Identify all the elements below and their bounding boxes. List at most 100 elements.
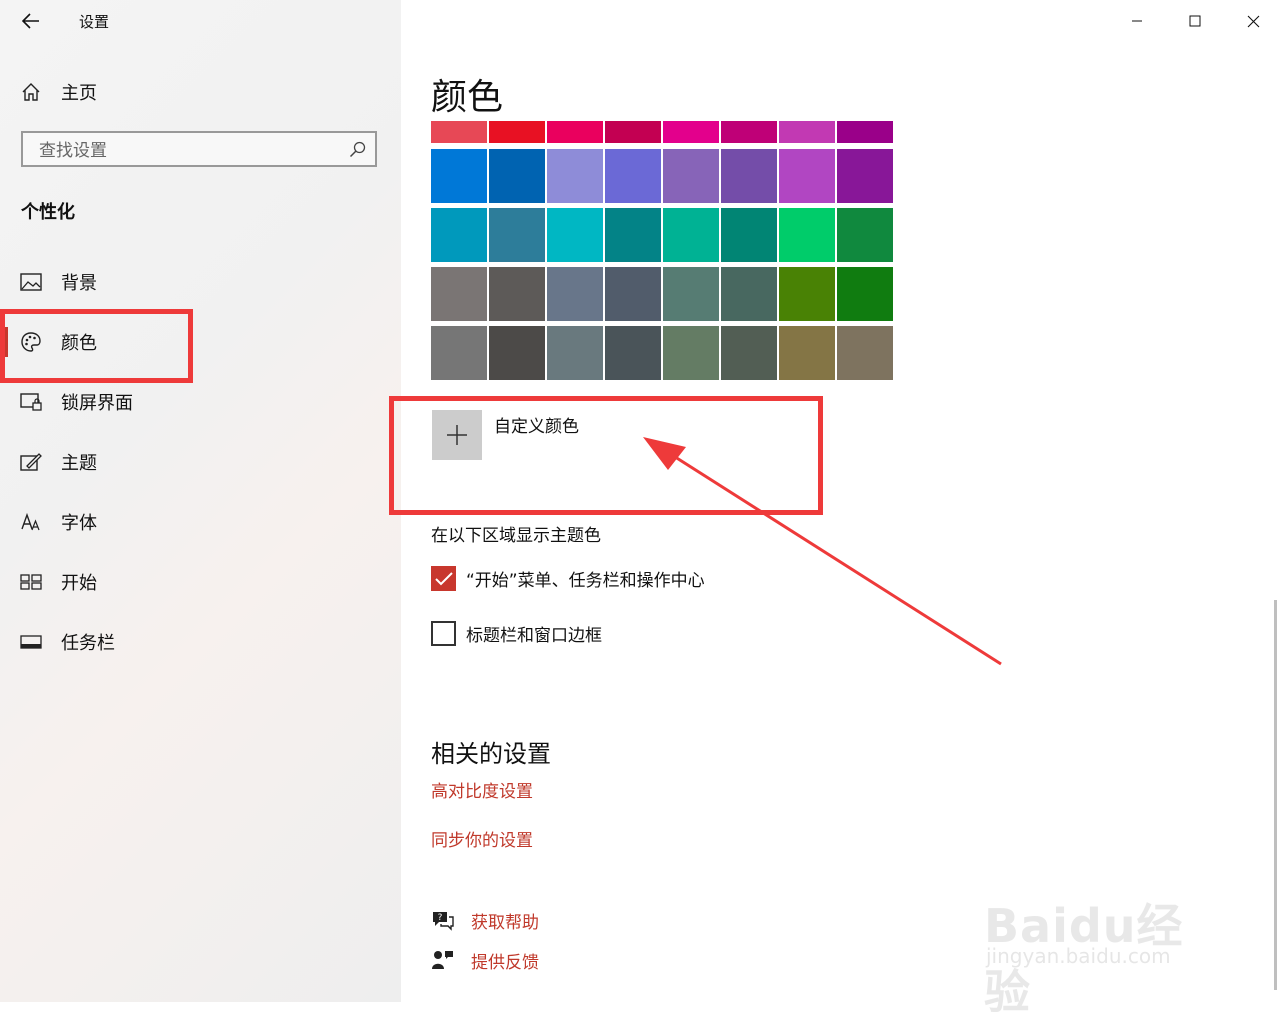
image-icon (20, 271, 42, 293)
app-title: 设置 (79, 13, 110, 31)
color-swatch[interactable] (721, 149, 777, 203)
color-swatch[interactable] (721, 326, 777, 380)
sidebar-item-label: 字体 (61, 513, 97, 534)
svg-text:?: ? (438, 913, 443, 923)
sidebar-item-home[interactable]: 主页 (0, 68, 401, 116)
font-icon (20, 511, 42, 533)
color-swatch[interactable] (837, 326, 893, 380)
sidebar: 设置 主页 个性化 背景 (0, 0, 401, 1002)
color-swatch[interactable] (779, 267, 835, 321)
maximize-icon (1189, 15, 1201, 27)
color-swatch[interactable] (605, 121, 661, 143)
color-swatch[interactable] (721, 208, 777, 262)
checkbox-label[interactable]: “开始”菜单、任务栏和操作中心 (466, 566, 705, 591)
home-icon (20, 81, 42, 103)
color-swatch[interactable] (431, 149, 487, 203)
lock-screen-icon (20, 391, 42, 413)
start-taskbar-checkbox[interactable] (431, 566, 456, 591)
color-swatch[interactable] (547, 267, 603, 321)
close-icon (1247, 15, 1259, 27)
color-swatch[interactable] (489, 267, 545, 321)
minimize-icon (1132, 20, 1142, 22)
get-help-label: 获取帮助 (471, 912, 539, 933)
sidebar-item-label: 锁屏界面 (61, 393, 133, 414)
high-contrast-link[interactable]: 高对比度设置 (431, 777, 533, 802)
search-icon (349, 141, 366, 158)
color-swatch-grid (431, 121, 893, 381)
feedback-person-icon (432, 951, 453, 969)
color-swatch[interactable] (837, 121, 893, 143)
sidebar-item-background[interactable]: 背景 (0, 258, 401, 306)
window-controls (1108, 0, 1282, 42)
color-swatch[interactable] (663, 326, 719, 380)
feedback-link[interactable]: 提供反馈 (431, 948, 631, 973)
color-swatch[interactable] (605, 267, 661, 321)
color-swatch[interactable] (489, 208, 545, 262)
color-swatch[interactable] (547, 121, 603, 143)
color-swatch[interactable] (837, 149, 893, 203)
color-swatch[interactable] (779, 149, 835, 203)
color-swatch[interactable] (547, 149, 603, 203)
color-swatch[interactable] (605, 149, 661, 203)
sidebar-item-label: 主页 (61, 83, 97, 104)
color-swatch[interactable] (489, 149, 545, 203)
checkmark-icon (434, 571, 453, 585)
sidebar-item-label: 开始 (61, 573, 97, 594)
sidebar-item-label: 背景 (61, 273, 97, 294)
sidebar-item-fonts[interactable]: 字体 (0, 498, 401, 546)
titlebar-left: 设置 (0, 0, 401, 42)
sidebar-item-themes[interactable]: 主题 (0, 438, 401, 486)
section-heading: 个性化 (21, 202, 75, 223)
color-swatch[interactable] (663, 121, 719, 143)
sidebar-item-lock-screen[interactable]: 锁屏界面 (0, 378, 401, 426)
watermark-logo: Baidu经验 jingyan.baidu.com (984, 868, 1224, 1019)
sidebar-item-taskbar[interactable]: 任务栏 (0, 618, 401, 666)
color-swatch[interactable] (605, 208, 661, 262)
sync-settings-link[interactable]: 同步你的设置 (431, 826, 533, 851)
color-swatch[interactable] (605, 326, 661, 380)
sidebar-item-label: 主题 (61, 453, 97, 474)
color-swatch[interactable] (489, 121, 545, 143)
theme-icon (20, 451, 42, 473)
close-button[interactable] (1224, 0, 1282, 42)
color-swatch[interactable] (779, 208, 835, 262)
color-swatch[interactable] (779, 121, 835, 143)
color-swatch[interactable] (547, 326, 603, 380)
help-chat-icon: ? (433, 912, 454, 931)
color-swatch[interactable] (721, 121, 777, 143)
get-help-link[interactable]: ? 获取帮助 (431, 908, 631, 933)
color-swatch[interactable] (663, 208, 719, 262)
color-swatch[interactable] (779, 326, 835, 380)
minimize-button[interactable] (1108, 0, 1166, 42)
color-swatch[interactable] (489, 326, 545, 380)
color-swatch[interactable] (721, 267, 777, 321)
highlight-annotation-custom-color (389, 396, 823, 515)
color-swatch[interactable] (663, 149, 719, 203)
search-input[interactable] (37, 137, 341, 165)
page-title: 颜色 (431, 77, 504, 118)
color-swatch[interactable] (837, 267, 893, 321)
watermark-url: jingyan.baidu.com (986, 944, 1171, 968)
accent-surfaces-label: 在以下区域显示主题色 (431, 526, 601, 546)
highlight-annotation-colors (0, 309, 193, 383)
search-box[interactable] (21, 131, 377, 167)
title-bars-checkbox[interactable] (431, 621, 456, 646)
scrollbar[interactable] (1274, 600, 1277, 990)
start-icon (20, 571, 42, 593)
color-swatch[interactable] (431, 121, 487, 143)
related-settings-heading: 相关的设置 (431, 740, 551, 768)
feedback-label: 提供反馈 (471, 952, 539, 973)
color-swatch[interactable] (547, 208, 603, 262)
maximize-button[interactable] (1166, 0, 1224, 42)
color-swatch[interactable] (431, 267, 487, 321)
taskbar-icon (20, 631, 42, 653)
color-swatch[interactable] (431, 326, 487, 380)
color-swatch[interactable] (431, 208, 487, 262)
back-arrow-icon (22, 13, 39, 29)
checkbox-label[interactable]: 标题栏和窗口边框 (466, 621, 602, 646)
color-swatch[interactable] (663, 267, 719, 321)
sidebar-item-label: 任务栏 (61, 633, 115, 654)
back-button[interactable] (14, 6, 48, 36)
color-swatch[interactable] (837, 208, 893, 262)
sidebar-item-start[interactable]: 开始 (0, 558, 401, 606)
